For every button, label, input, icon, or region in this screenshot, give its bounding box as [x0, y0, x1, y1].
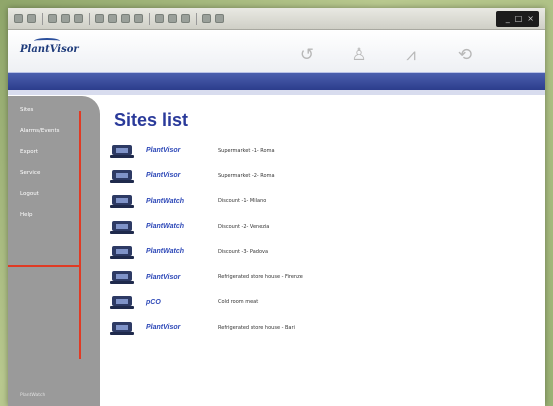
sidebar-item-alarms-events[interactable]: Alarms/Events — [20, 121, 100, 142]
site-type-label[interactable]: PlantVisor — [146, 324, 218, 331]
site-computer-icon[interactable] — [110, 143, 136, 159]
callout-line-vertical — [79, 111, 81, 359]
site-type-label[interactable]: PlantWatch — [146, 198, 218, 205]
site-row[interactable]: PlantWatch Discount -1- Milano — [108, 189, 538, 214]
site-row[interactable]: PlantWatch Discount -2- Venezia — [108, 214, 538, 239]
alarm-bell-icon[interactable]: ♙ — [348, 44, 370, 66]
site-computer-icon[interactable] — [110, 168, 136, 184]
callout-line-horizontal — [8, 265, 81, 267]
page-title: Sites list — [114, 110, 189, 130]
site-name[interactable]: Cold room meat — [218, 299, 258, 305]
sidebar-item-logout[interactable]: Logout — [20, 184, 100, 205]
site-name[interactable]: Discount -3- Padova — [218, 249, 268, 255]
refresh-button[interactable] — [61, 14, 70, 23]
sidebar-item-service[interactable]: Service — [20, 163, 100, 184]
site-type-label[interactable]: PlantWatch — [146, 223, 218, 230]
site-computer-icon[interactable] — [110, 269, 136, 285]
back-arrow-icon[interactable]: ⟲ — [454, 44, 476, 66]
site-row[interactable]: PlantVisor Refrigerated store house - Ba… — [108, 315, 538, 340]
site-type-label[interactable]: PlantVisor — [146, 274, 218, 281]
toolbar-separator — [89, 12, 90, 25]
site-computer-icon[interactable] — [110, 193, 136, 209]
header-band — [8, 72, 545, 90]
back-button[interactable] — [14, 14, 23, 23]
sidebar-footer: PlantWatch — [20, 393, 46, 398]
site-row[interactable]: pCO Cold room meat — [108, 290, 538, 315]
close-button[interactable]: × — [527, 14, 534, 24]
site-computer-icon[interactable] — [110, 320, 136, 336]
site-name[interactable]: Refrigerated store house - Firenze — [218, 274, 303, 280]
site-computer-icon[interactable] — [110, 219, 136, 235]
window-controls: _ □ × — [495, 10, 539, 27]
site-name[interactable]: Supermarket -2- Roma — [218, 173, 275, 179]
toolbar-separator — [42, 12, 43, 25]
toolbar-separator — [149, 12, 150, 25]
edit-button[interactable] — [181, 14, 190, 23]
site-type-label[interactable]: PlantVisor — [146, 172, 218, 179]
sidebar-item-help[interactable]: Help — [20, 205, 100, 226]
site-row[interactable]: PlantVisor Supermarket -2- Roma — [108, 163, 538, 188]
search-button[interactable] — [95, 14, 104, 23]
site-name[interactable]: Discount -1- Milano — [218, 198, 266, 204]
browser-toolbar: _ □ × — [8, 8, 545, 30]
favorites-button[interactable] — [108, 14, 117, 23]
mail-button[interactable] — [155, 14, 164, 23]
stop-button[interactable] — [48, 14, 57, 23]
site-computer-icon[interactable] — [110, 294, 136, 310]
media-button[interactable] — [134, 14, 143, 23]
main-content: Sites list PlantVisor Supermarket -1- Ro… — [108, 96, 538, 406]
print-button[interactable] — [168, 14, 177, 23]
discuss-button[interactable] — [202, 14, 211, 23]
sidebar: Sites Alarms/Events Export Service Logou… — [8, 96, 100, 406]
forward-button[interactable] — [27, 14, 36, 23]
toolbar-separator — [196, 12, 197, 25]
messenger-button[interactable] — [215, 14, 224, 23]
site-computer-icon[interactable] — [110, 244, 136, 260]
site-row[interactable]: PlantVisor Supermarket -1- Roma — [108, 138, 538, 163]
maximize-button[interactable]: □ — [515, 14, 523, 24]
browser-window: _ □ × PlantVisor ↺ ♙ ⩘ ⟲ Sites Alarms/Ev… — [8, 8, 545, 406]
app-logo[interactable]: PlantVisor — [20, 44, 79, 55]
graph-icon[interactable]: ⩘ — [400, 44, 422, 66]
site-list: PlantVisor Supermarket -1- Roma PlantVis… — [108, 138, 538, 340]
app-header: PlantVisor ↺ ♙ ⩘ ⟲ — [8, 30, 545, 72]
home-button[interactable] — [74, 14, 83, 23]
site-type-label[interactable]: pCO — [146, 299, 218, 306]
header-subband — [8, 90, 545, 95]
sidebar-item-export[interactable]: Export — [20, 142, 100, 163]
site-row[interactable]: PlantWatch Discount -3- Padova — [108, 239, 538, 264]
site-row[interactable]: PlantVisor Refrigerated store house - Fi… — [108, 264, 538, 289]
history-button[interactable] — [121, 14, 130, 23]
site-name[interactable]: Refrigerated store house - Bari — [218, 325, 295, 331]
site-type-label[interactable]: PlantWatch — [146, 248, 218, 255]
minimize-button[interactable]: _ — [506, 14, 510, 24]
sidebar-item-sites[interactable]: Sites — [20, 100, 100, 121]
site-name[interactable]: Discount -2- Venezia — [218, 224, 269, 230]
site-name[interactable]: Supermarket -1- Roma — [218, 148, 275, 154]
site-type-label[interactable]: PlantVisor — [146, 147, 218, 154]
refresh-icon[interactable]: ↺ — [296, 44, 318, 66]
